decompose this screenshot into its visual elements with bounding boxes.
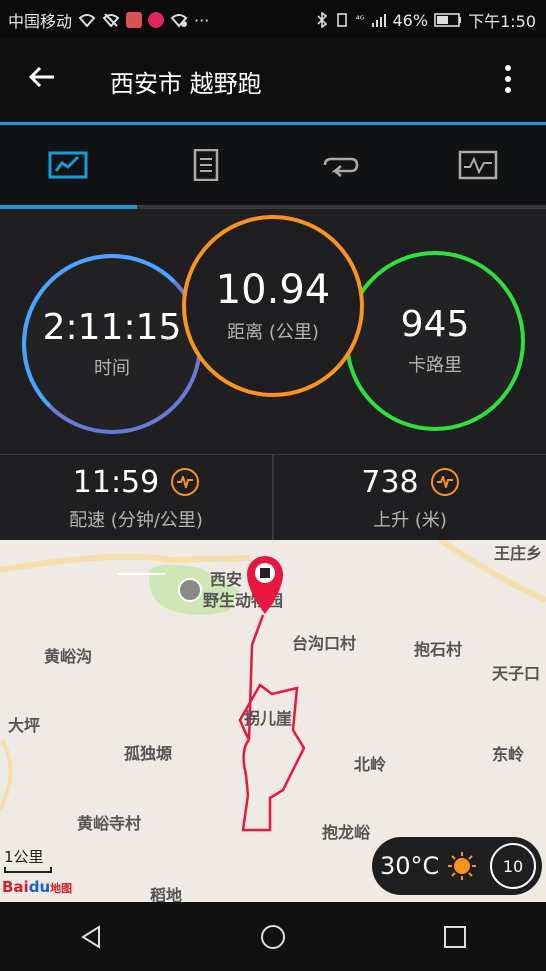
distance-label: 距离 (公里) [227, 322, 319, 343]
temperature: 30°C [380, 852, 440, 880]
app-notification-icon [126, 12, 143, 28]
ascent-metric[interactable]: 738 上升 (米) [272, 455, 546, 541]
tab-graphs[interactable] [410, 125, 546, 205]
more-notifications: ··· [194, 10, 210, 30]
carrier-label: 中国移动 [8, 12, 73, 31]
document-icon [193, 149, 218, 181]
ascent-label: 上升 (米) [373, 509, 447, 531]
network-type: ⁴ᴳ [355, 14, 365, 26]
baidu-logo: Baidu地图 [2, 878, 73, 896]
map-label-guaner: 拐儿崖 [244, 709, 293, 728]
pace-chart-icon [171, 468, 200, 496]
map-label-huangyu-si: 黄峪寺村 [77, 814, 142, 833]
map-label-beiling: 北岭 [354, 755, 387, 774]
status-bar: 中国移动 ··· ⁴ᴳ 46% 下午1:50 [0, 0, 546, 38]
graph-icon [458, 150, 497, 180]
wifi-off-icon [102, 13, 120, 28]
map-label-huangyu: 黄峪沟 [44, 647, 93, 666]
route-map[interactable]: 西安 野生动物园 台沟口村 抱石村 黄峪沟 天子口 大坪 拐儿崖 孤独塬 北岭 … [0, 540, 546, 902]
map-label-gudu: 孤独塬 [124, 744, 173, 763]
pace-value: 11:59 [72, 464, 160, 500]
loop-icon [324, 157, 359, 177]
signal-icon [371, 14, 386, 27]
wind-compass-icon: 10 [490, 843, 536, 889]
clock: 下午1:50 [468, 12, 536, 31]
weather-widget[interactable]: 30°C 10 [372, 837, 542, 895]
map-label-daping: 大坪 [8, 716, 41, 735]
tab-overview[interactable] [0, 125, 137, 205]
system-nav-bar [0, 902, 546, 971]
pace-metric[interactable]: 11:59 配速 (分钟/公里) [0, 455, 272, 541]
map-label-tianzi: 天子口 [492, 664, 541, 683]
map-label-baolong: 抱龙峪 [322, 823, 371, 842]
ascent-chart-icon [430, 468, 459, 496]
map-label-daodi: 稻地 [150, 886, 183, 902]
map-label-baoshi: 抱石村 [414, 640, 463, 659]
more-vert-icon[interactable] [498, 62, 518, 102]
distance-value: 10.94 [215, 267, 331, 313]
time-ring: 2:11:15 时间 [22, 254, 202, 434]
back-arrow-icon[interactable] [22, 62, 62, 98]
wifi-icon [78, 14, 96, 28]
ascent-value: 738 [361, 464, 419, 500]
map-scale: 1公里 [4, 846, 52, 873]
calories-ring: 945 卡路里 [345, 251, 525, 431]
calories-value: 945 [400, 304, 470, 346]
calories-label: 卡路里 [408, 354, 462, 376]
map-label-wangzhuang: 王庄乡 [494, 544, 543, 563]
map-label-taigou: 台沟口村 [292, 634, 357, 653]
hotspot-icon [170, 14, 188, 28]
pace-label: 配速 (分钟/公里) [69, 509, 203, 531]
vibrate-icon [336, 13, 347, 27]
recent-square-icon[interactable] [425, 907, 485, 967]
tab-bar [0, 125, 546, 205]
activity-title: 西安市 越野跑 [110, 70, 262, 98]
stats-panel: 2:11:15 时间 945 卡路里 10.94 距离 (公里) [0, 209, 546, 454]
home-circle-icon[interactable] [243, 907, 303, 967]
zoo-marker-icon [178, 578, 202, 602]
chart-icon [48, 151, 88, 179]
finish-pin-icon [247, 556, 283, 614]
video-app-icon [148, 12, 165, 28]
sun-icon [448, 852, 477, 880]
back-triangle-icon[interactable] [61, 907, 121, 967]
tab-laps[interactable] [273, 125, 410, 205]
metrics-row: 11:59 配速 (分钟/公里) 738 上升 (米) [0, 454, 546, 541]
map-scale-label: 1公里 [4, 848, 44, 866]
battery-icon [434, 13, 462, 27]
app-bar: 西安市 越野跑 [0, 38, 546, 122]
distance-ring: 10.94 距离 (公里) [182, 215, 364, 397]
map-label-dongling: 东岭 [492, 745, 525, 764]
wind-speed: 10 [502, 856, 524, 876]
bluetooth-icon [317, 12, 327, 28]
battery-percent: 46% [392, 10, 429, 30]
tab-details[interactable] [137, 125, 274, 205]
